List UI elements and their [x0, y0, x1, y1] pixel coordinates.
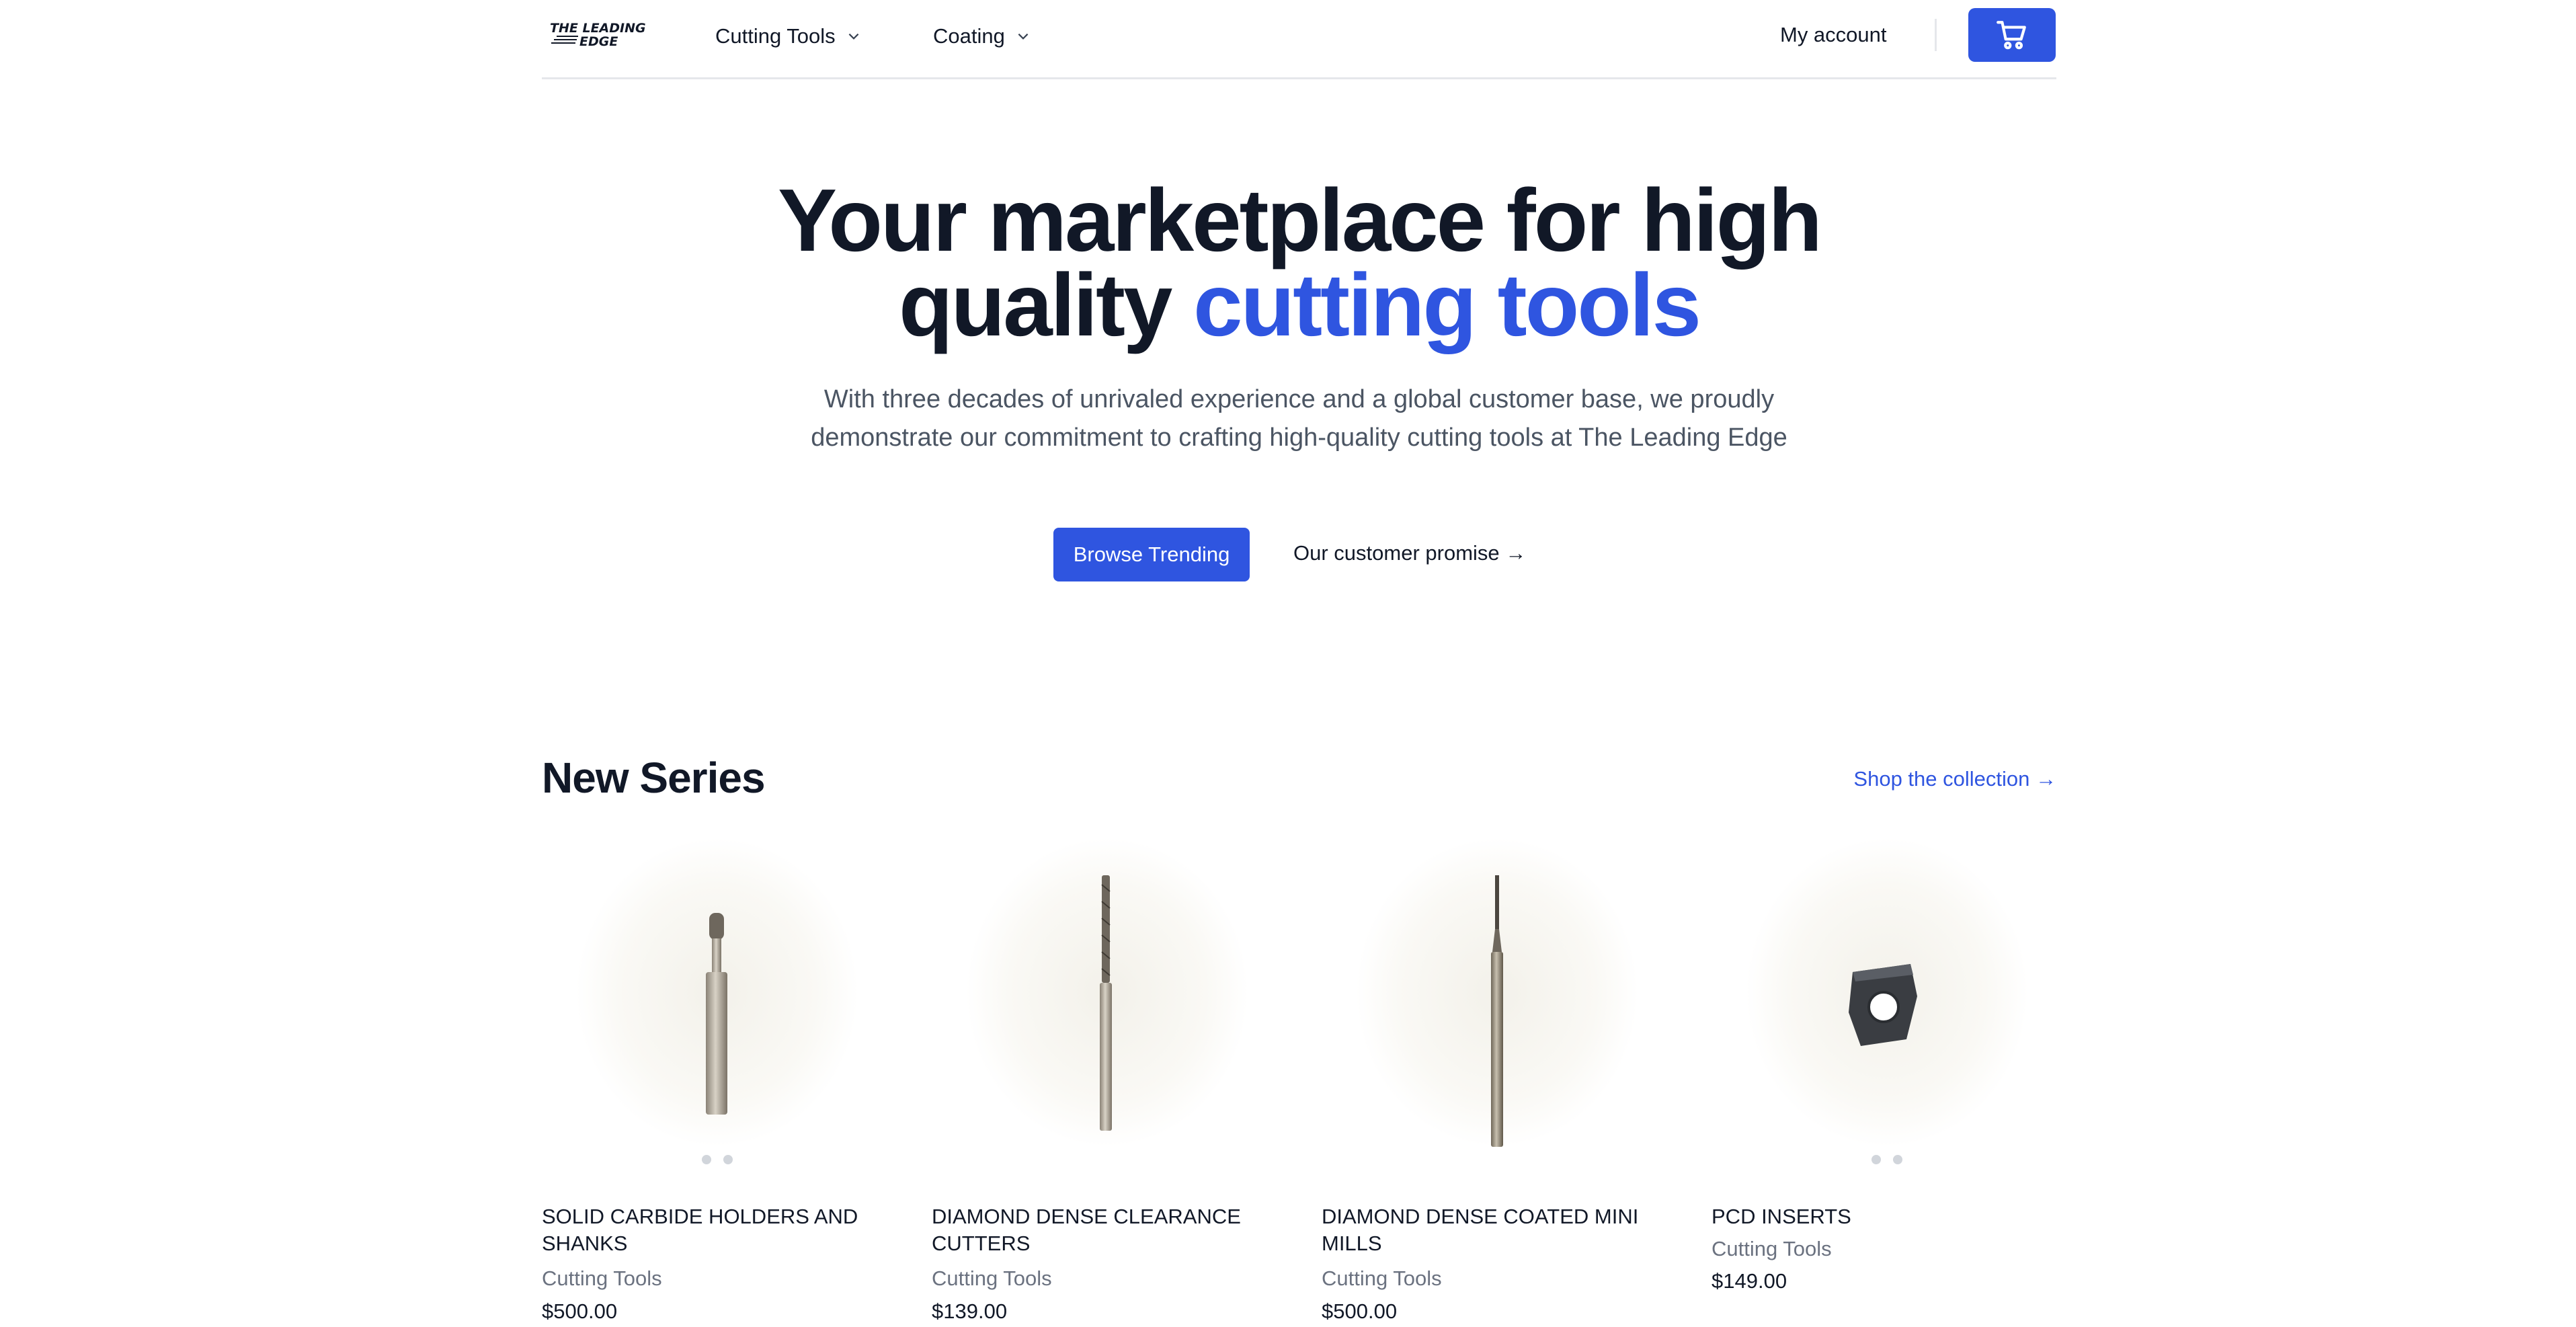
product-name[interactable]: DIAMOND DENSE CLEARANCE CUTTERS [932, 1203, 1268, 1257]
cart-button[interactable] [1968, 8, 2056, 62]
section-title: New Series [542, 754, 766, 802]
product-name[interactable]: PCD INSERTS [1712, 1203, 2048, 1230]
header-divider [1935, 19, 1937, 51]
product-price: $500.00 [1322, 1299, 1398, 1323]
hero-title-line1: Your marketplace for high [778, 171, 1822, 270]
site-logo[interactable]: THE LEADING EDGE [547, 19, 655, 50]
chevron-down-icon [848, 33, 859, 40]
product-category: Cutting Tools [932, 1266, 1052, 1290]
product-price: $149.00 [1712, 1269, 1787, 1293]
product-name[interactable]: SOLID CARBIDE HOLDERS AND SHANKS [542, 1203, 878, 1257]
product-image[interactable] [932, 838, 1283, 1174]
page: THE LEADING EDGE Cutting Tools Coating M… [542, 0, 2056, 1327]
svg-text:THE LEADING: THE LEADING [550, 21, 646, 36]
product-category: Cutting Tools [542, 1266, 662, 1290]
product-image[interactable] [542, 838, 893, 1174]
product-image[interactable] [1322, 838, 1673, 1174]
product-category: Cutting Tools [1322, 1266, 1442, 1290]
product-category: Cutting Tools [1712, 1237, 1832, 1260]
my-account-link[interactable]: My account [1780, 23, 1887, 47]
product-price: $139.00 [932, 1299, 1008, 1323]
site-header: THE LEADING EDGE Cutting Tools Coating M… [542, 0, 2056, 79]
nav-coating-label: Coating [933, 24, 1005, 48]
hero-subtitle: With three decades of unrivaled experien… [811, 385, 1787, 452]
hero-title-accent: cutting tools [1193, 255, 1701, 354]
image-carousel-dots[interactable] [542, 1155, 893, 1164]
product-image[interactable] [1712, 838, 2062, 1174]
product-name[interactable]: DIAMOND DENSE COATED MINI MILLS [1322, 1203, 1658, 1257]
image-carousel-dots[interactable] [1712, 1155, 2062, 1164]
shop-collection-link[interactable]: Shop the collection → [1853, 767, 2056, 791]
cart-icon [1997, 21, 2026, 50]
nav-cutting-tools[interactable]: Cutting Tools [715, 23, 861, 50]
svg-text:EDGE: EDGE [579, 34, 618, 49]
browse-trending-button[interactable]: Browse Trending [1053, 528, 1250, 581]
hero-title: Your marketplace for high quality cuttin… [542, 176, 2056, 350]
customer-promise-link[interactable]: Our customer promise → [1293, 541, 1526, 565]
chevron-down-icon [1018, 33, 1029, 40]
hero-title-line2: quality [899, 255, 1194, 354]
nav-cutting-tools-label: Cutting Tools [715, 24, 836, 48]
product-price: $500.00 [542, 1299, 618, 1323]
nav-coating[interactable]: Coating [933, 23, 1031, 50]
